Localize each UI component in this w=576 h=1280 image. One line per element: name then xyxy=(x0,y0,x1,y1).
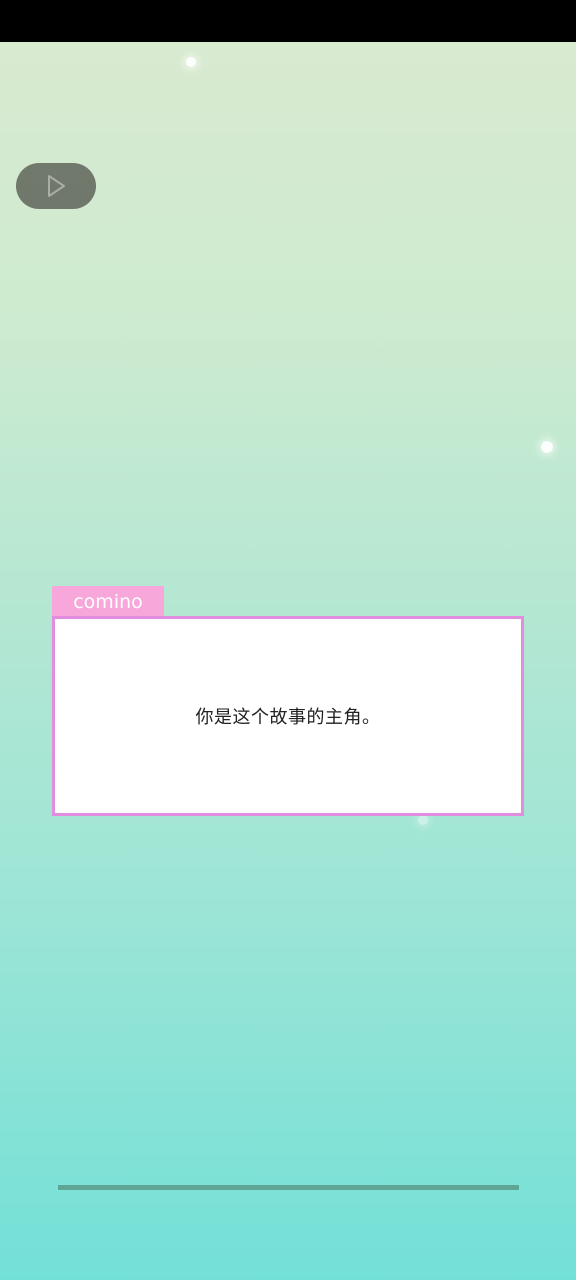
sparkle-particle xyxy=(418,815,428,825)
dialog-box[interactable]: 你是这个故事的主角。 xyxy=(52,616,524,816)
dialog-text: 你是这个故事的主角。 xyxy=(195,707,381,728)
auto-play-button[interactable] xyxy=(16,163,96,209)
sparkle-particle xyxy=(541,441,553,453)
speaker-name-tab: comino xyxy=(52,586,164,618)
progress-bar xyxy=(58,1185,519,1190)
sparkle-particle xyxy=(186,57,196,67)
status-bar xyxy=(0,0,576,42)
play-icon xyxy=(45,173,67,199)
